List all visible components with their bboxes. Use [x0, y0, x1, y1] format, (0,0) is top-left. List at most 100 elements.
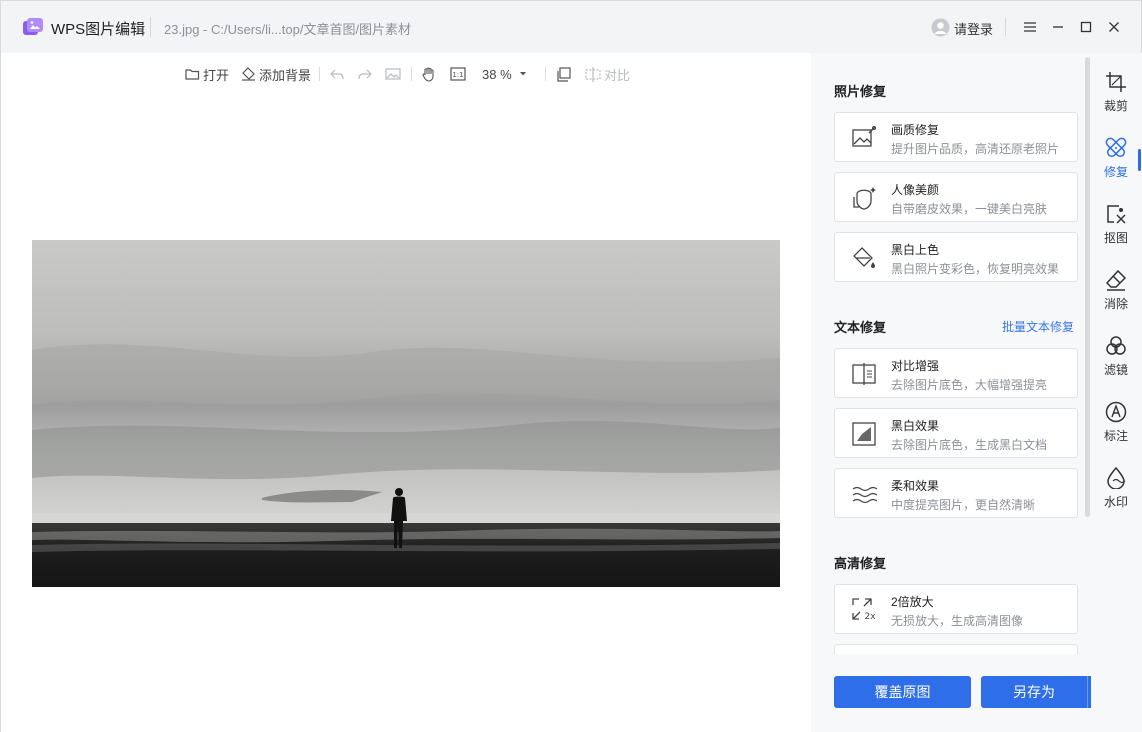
card-description: 无损放大，生成高清图像	[891, 614, 1024, 628]
compare-icon	[585, 66, 601, 82]
menu-button[interactable]	[1021, 18, 1039, 36]
card-title: 人像美颜	[891, 183, 940, 197]
rail-item-watermark[interactable]: 水印	[1094, 467, 1138, 517]
card-bw-effect[interactable]: 黑白效果 去除图片底色，生成黑白文档	[834, 408, 1078, 458]
card-description: 去除图片底色，生成黑白文档	[891, 438, 1048, 452]
panel-scrollbar[interactable]	[1085, 57, 1090, 517]
hd-repair-title: 高清修复	[834, 556, 887, 571]
add-background-button[interactable]: 添加背景	[241, 63, 311, 85]
file-path: 23.jpg - C:/Users/li...top/文章首图/图片素材	[164, 22, 412, 37]
batch-text-repair-link[interactable]: 批量文本修复	[1002, 318, 1074, 335]
watermark-icon	[1107, 467, 1126, 489]
hand-icon	[422, 67, 434, 82]
repair-icon	[1105, 137, 1127, 157]
zoom-value: 38 %	[482, 66, 512, 82]
minimize-button[interactable]	[1049, 18, 1067, 36]
compare-button[interactable]: 对比	[585, 63, 630, 85]
contrast-enhance-icon	[852, 363, 876, 385]
annotate-icon	[1105, 401, 1127, 423]
rail-label: 消除	[1103, 297, 1128, 311]
rail-item-repair[interactable]: 修复	[1094, 137, 1138, 187]
svg-text:1:1: 1:1	[452, 71, 463, 79]
portrait-beauty-icon	[853, 187, 876, 210]
image-icon	[385, 68, 401, 80]
close-button[interactable]	[1105, 18, 1123, 36]
compare-label: 对比	[604, 67, 631, 83]
paint-bucket-icon	[242, 67, 255, 81]
soft-effect-icon	[852, 486, 877, 504]
edited-photo[interactable]	[32, 240, 780, 587]
minimize-icon	[1053, 26, 1063, 28]
copy-icon	[557, 66, 571, 82]
card-soft-effect[interactable]: 柔和效果 中度提亮图片，更自然清晰	[834, 468, 1078, 518]
card-colorize[interactable]: 黑白上色 黑白照片变彩色，恢复明亮效果	[834, 232, 1078, 282]
redo-button[interactable]	[357, 63, 376, 85]
rail-label: 抠图	[1103, 231, 1128, 245]
rail-item-cutout[interactable]: 抠图	[1094, 203, 1138, 253]
maximize-icon	[1080, 21, 1092, 33]
active-indicator	[1138, 149, 1141, 171]
open-button[interactable]: 打开	[185, 63, 229, 85]
open-label: 打开	[203, 67, 230, 83]
divider	[1005, 18, 1006, 36]
zoom-select[interactable]: 38 %	[482, 63, 533, 85]
card-partial[interactable]	[834, 644, 1078, 654]
app-logo-icon	[23, 18, 43, 35]
upscale-2x-icon: 2x	[852, 598, 876, 622]
login-link[interactable]: 请登录	[954, 19, 993, 38]
redo-icon	[358, 69, 372, 80]
card-description: 提升图片品质，高清还原老照片	[891, 142, 1060, 156]
card-description: 自带磨皮效果，一键美白亮肤	[891, 202, 1048, 216]
divider	[150, 17, 151, 37]
svg-text:2x: 2x	[864, 612, 876, 622]
filter-icon	[1106, 336, 1126, 355]
divider	[545, 67, 546, 81]
card-title: 对比增强	[891, 359, 940, 373]
folder-icon	[185, 69, 200, 80]
app-name: WPS图片编辑	[51, 21, 146, 38]
maximize-button[interactable]	[1077, 18, 1095, 36]
rail-label: 标注	[1103, 429, 1128, 443]
hamburger-icon	[1024, 22, 1036, 32]
chevron-down-icon	[519, 72, 526, 76]
photo-repair-title: 照片修复	[834, 84, 887, 99]
actual-size-button[interactable]: 1:1	[450, 63, 469, 85]
image-quality-icon	[852, 126, 876, 147]
rail-item-filter[interactable]: 滤镜	[1094, 335, 1138, 385]
divider	[319, 67, 320, 81]
undo-button[interactable]	[329, 63, 348, 85]
card-upscale-2x[interactable]: 2x 2倍放大 无损放大，生成高清图像	[834, 584, 1078, 634]
card-description: 中度提亮图片，更自然清晰	[891, 498, 1036, 512]
beach-silhouette-image	[32, 240, 780, 587]
app-window: WPS图片编辑 23.jpg - C:/Users/li...top/文章首图/…	[0, 0, 1142, 732]
colorize-icon	[853, 247, 875, 268]
close-icon	[1109, 22, 1119, 32]
avatar-icon[interactable]	[931, 18, 950, 37]
rail-item-crop[interactable]: 裁剪	[1094, 71, 1138, 121]
rail-item-eraser[interactable]: 消除	[1094, 269, 1138, 319]
card-description: 去除图片底色，大幅增强提亮	[891, 378, 1048, 392]
divider	[411, 67, 412, 81]
actual-size-icon: 1:1	[450, 67, 466, 81]
card-title: 柔和效果	[891, 479, 940, 493]
card-portrait-beauty[interactable]: 人像美颜 自带磨皮效果，一键美白亮肤	[834, 172, 1078, 222]
card-title: 黑白上色	[891, 243, 940, 257]
bw-effect-icon	[852, 422, 876, 446]
rail-item-annotate[interactable]: 标注	[1094, 401, 1138, 451]
hand-tool-button[interactable]	[421, 63, 440, 85]
card-contrast-enhance[interactable]: 对比增强 去除图片底色，大幅增强提亮	[834, 348, 1078, 398]
card-title: 黑白效果	[891, 419, 940, 433]
overwrite-original-button[interactable]: 覆盖原图	[834, 676, 971, 708]
save-as-button[interactable]: 另存为	[981, 676, 1087, 708]
rail-label: 水印	[1103, 495, 1128, 509]
rail-label: 滤镜	[1103, 363, 1128, 377]
undo-icon	[330, 69, 344, 80]
title-bar: WPS图片编辑 23.jpg - C:/Users/li...top/文章首图/…	[1, 1, 1141, 53]
eraser-icon	[1105, 269, 1127, 291]
rail-label: 裁剪	[1103, 99, 1128, 113]
card-image-quality[interactable]: 画质修复 提升图片品质，高清还原老照片	[834, 112, 1078, 162]
image-button[interactable]	[385, 63, 404, 85]
crop-icon	[1106, 72, 1126, 92]
copy-button[interactable]	[556, 63, 575, 85]
add-background-label: 添加背景	[259, 67, 312, 83]
